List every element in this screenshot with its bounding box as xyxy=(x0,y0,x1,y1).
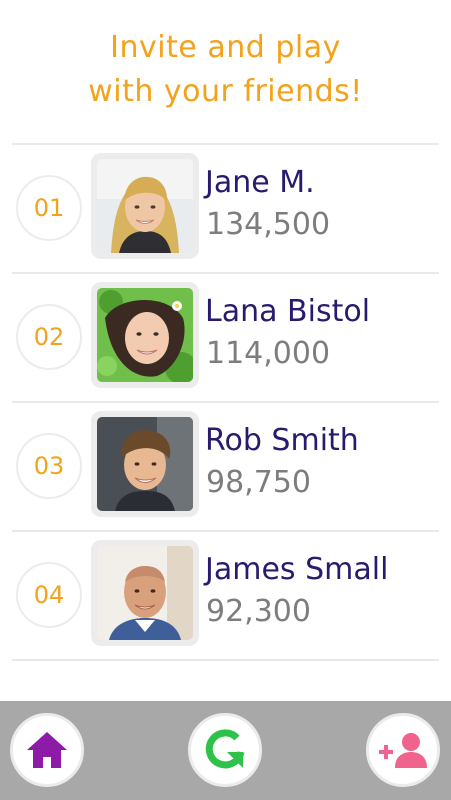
player-score: 134,500 xyxy=(206,207,331,242)
avatar-photo xyxy=(97,159,193,253)
page-title: Invite and play with your friends! xyxy=(0,26,451,114)
avatar-photo xyxy=(97,417,193,511)
rank-badge: 01 xyxy=(16,175,82,241)
player-name: Lana Bistol xyxy=(205,294,371,329)
player-score: 98,750 xyxy=(206,465,311,500)
avatar-photo xyxy=(97,546,193,640)
home-icon xyxy=(27,732,67,768)
refresh-button[interactable] xyxy=(188,713,262,787)
friends-leaderboard: 01 Jane M. 134,500 02 Lana Bistol 114,00… xyxy=(12,143,439,661)
avatar xyxy=(91,282,199,388)
leaderboard-screen: Invite and play with your friends! 01 Ja… xyxy=(0,0,451,800)
avatar xyxy=(91,540,199,646)
avatar-photo xyxy=(97,288,193,382)
player-score: 92,300 xyxy=(206,594,311,629)
rank-badge: 02 xyxy=(16,304,82,370)
page-title-line-2: with your friends! xyxy=(88,74,363,109)
home-button[interactable] xyxy=(10,713,84,787)
add-friend-button[interactable] xyxy=(366,713,440,787)
list-item[interactable]: 03 Rob Smith 98,750 xyxy=(12,403,439,530)
player-name: Rob Smith xyxy=(205,423,359,458)
refresh-icon xyxy=(205,729,245,769)
list-item[interactable]: 01 Jane M. 134,500 xyxy=(12,145,439,272)
bottom-navigation-bar xyxy=(0,701,451,800)
player-name: Jane M. xyxy=(205,165,315,200)
add-friend-icon xyxy=(379,733,427,768)
avatar xyxy=(91,153,199,259)
player-name: James Small xyxy=(205,552,389,587)
page-title-line-1: Invite and play xyxy=(110,30,341,65)
divider xyxy=(12,659,439,661)
list-item[interactable]: 04 James Small 92,300 xyxy=(12,532,439,659)
list-item[interactable]: 02 Lana Bistol 114,000 xyxy=(12,274,439,401)
rank-badge: 04 xyxy=(16,562,82,628)
rank-badge: 03 xyxy=(16,433,82,499)
avatar xyxy=(91,411,199,517)
player-score: 114,000 xyxy=(206,336,331,371)
